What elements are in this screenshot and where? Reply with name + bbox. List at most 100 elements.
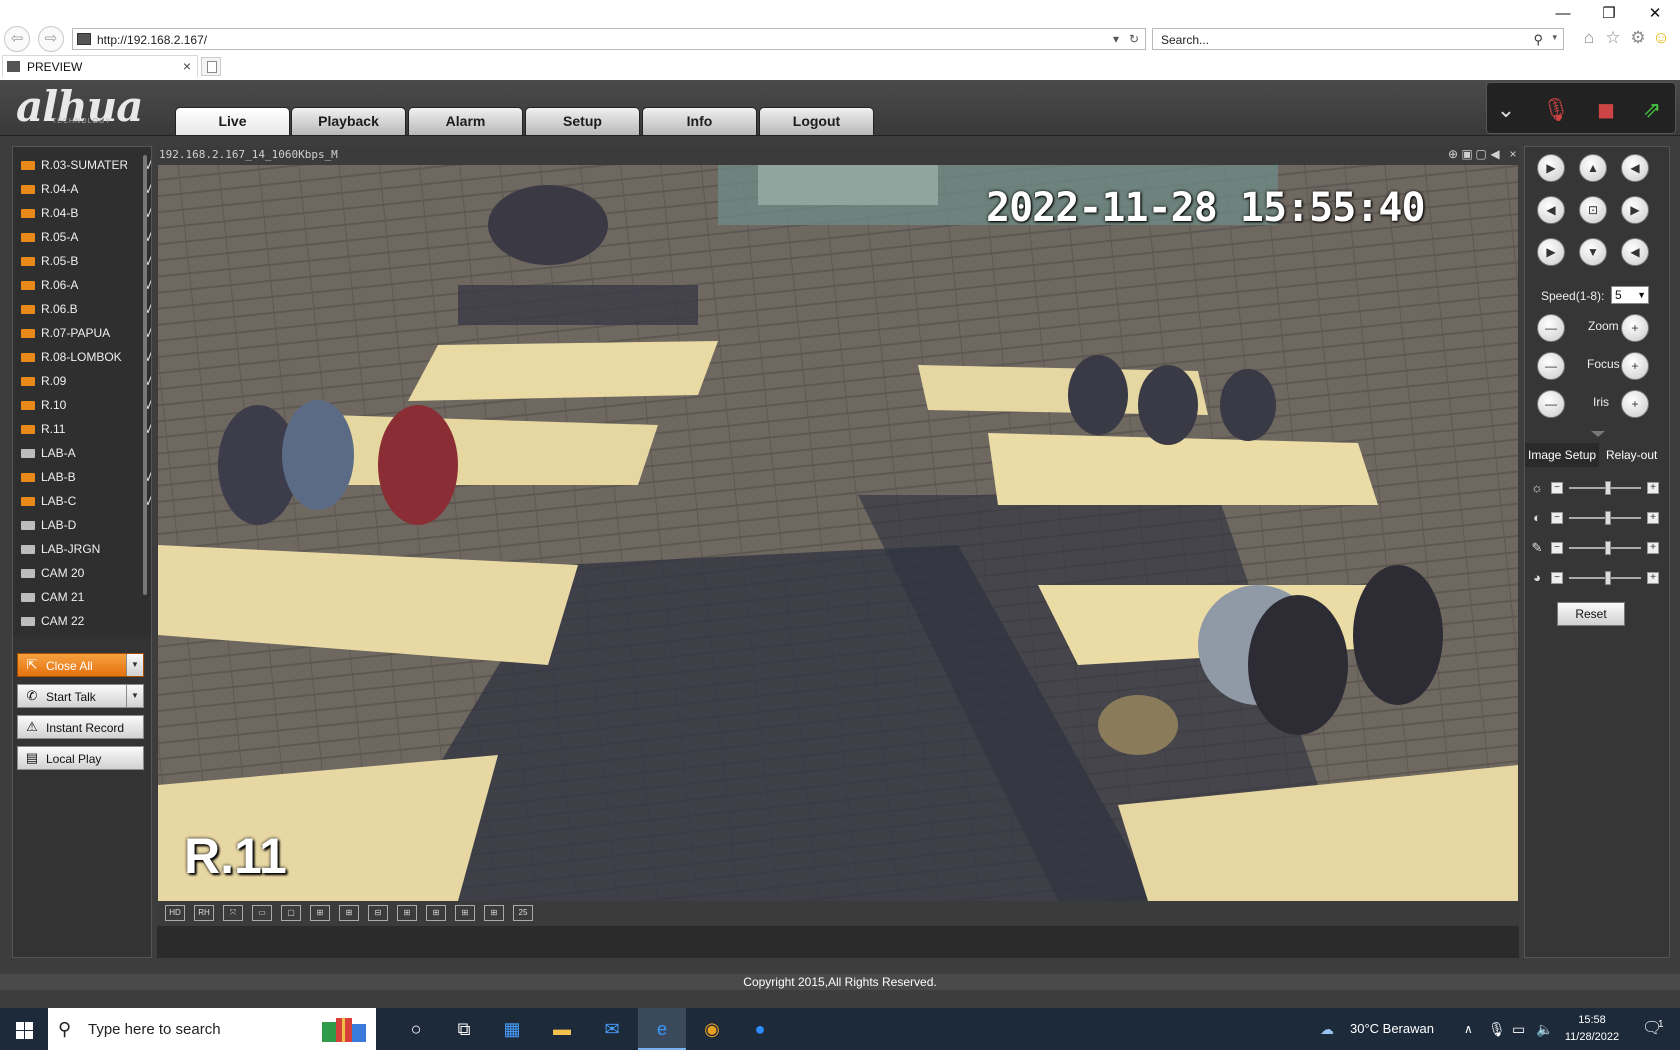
split-layout-button[interactable]: ⊞	[310, 905, 330, 921]
hue-slider-knob[interactable]	[1605, 571, 1612, 585]
start-talk-dropdown-icon[interactable]: ▼	[126, 685, 143, 707]
iris-plus-button[interactable]: +	[1621, 390, 1649, 418]
collapse-triangle-icon[interactable]	[1591, 431, 1605, 437]
brightness-minus-button[interactable]: −	[1551, 482, 1563, 494]
restore-icon[interactable]: ❐	[1592, 2, 1626, 26]
split-layout-button[interactable]: ⊞	[484, 905, 504, 921]
taskbar-clock[interactable]: 15:58 11/28/2022	[1556, 1012, 1628, 1046]
hue-minus-button[interactable]: −	[1551, 572, 1563, 584]
split-layout-button[interactable]: ⊞	[426, 905, 446, 921]
forward-button[interactable]: ⇨	[38, 26, 64, 52]
settings-gear-icon[interactable]: ⚙	[1627, 27, 1649, 49]
device-item[interactable]: R.06-A M	[19, 275, 151, 295]
back-button[interactable]: ⇦	[4, 26, 30, 52]
close-all-dropdown-icon[interactable]: ▼	[126, 654, 143, 676]
device-item[interactable]: R.04-A M	[19, 179, 151, 199]
device-item[interactable]: R.10 M	[19, 395, 151, 415]
mail-icon[interactable]: ✉	[588, 1008, 636, 1050]
zoom-minus-button[interactable]: —	[1537, 314, 1565, 342]
device-item[interactable]: CAM 22	[19, 611, 147, 631]
split-layout-button[interactable]: ⊞	[339, 905, 359, 921]
favorites-star-icon[interactable]: ☆	[1602, 27, 1624, 49]
cortana-icon[interactable]: ○	[392, 1008, 440, 1050]
close-all-button[interactable]: ⇱ Close All ▼	[17, 653, 144, 677]
ptz-center-zoom-icon[interactable]: ⊡	[1579, 196, 1607, 224]
device-item[interactable]: CAM 21	[19, 587, 147, 607]
brightness-slider-knob[interactable]	[1605, 481, 1612, 495]
speed-select[interactable]: 5 ▼	[1611, 286, 1649, 304]
browser-tab-preview[interactable]: PREVIEW ×	[2, 55, 198, 77]
audio-icon[interactable]: ◀	[1489, 147, 1501, 161]
taskbar-search-input[interactable]: ⚲ Type here to search	[48, 1008, 376, 1050]
tab-playback[interactable]: Playback	[291, 107, 406, 135]
record-icon[interactable]: ▢	[1475, 147, 1487, 161]
device-item[interactable]: LAB-D	[19, 515, 147, 535]
search-dropdown-icon[interactable]: ▾	[1552, 32, 1557, 43]
home-icon[interactable]: ⌂	[1578, 27, 1600, 49]
chevron-down-icon[interactable]: ⌄	[1491, 95, 1521, 125]
live-video-feed[interactable]: 2022-11-28 15:55:40 R.11	[158, 165, 1518, 901]
brightness-plus-button[interactable]: +	[1647, 482, 1659, 494]
device-item[interactable]: CAM 20	[19, 563, 147, 583]
file-explorer-icon[interactable]: ▬	[538, 1008, 586, 1050]
device-item[interactable]: R.06.B M	[19, 299, 151, 319]
device-item[interactable]: LAB-A	[19, 443, 147, 463]
ptz-up-left-button[interactable]: ▶	[1537, 154, 1565, 182]
new-tab-button[interactable]	[201, 57, 221, 76]
device-item[interactable]: R.09 M	[19, 371, 151, 391]
weather-text[interactable]: 30°C Berawan	[1350, 1008, 1434, 1050]
zoom-plus-button[interactable]: +	[1621, 314, 1649, 342]
saturation-slider-knob[interactable]	[1605, 541, 1612, 555]
focus-plus-button[interactable]: +	[1621, 352, 1649, 380]
start-talk-button[interactable]: ✆ Start Talk ▼	[17, 684, 144, 708]
split-layout-button[interactable]: HD	[165, 905, 185, 921]
microphone-icon[interactable]: 🎙	[1488, 1008, 1506, 1050]
ptz-up-button[interactable]: ▲	[1579, 154, 1607, 182]
device-item[interactable]: LAB-JRGN	[19, 539, 147, 559]
tab-logout[interactable]: Logout	[759, 107, 874, 135]
split-layout-button[interactable]: ⊞	[397, 905, 417, 921]
device-item[interactable]: R.08-LOMBOK M	[19, 347, 151, 367]
tab-live[interactable]: Live	[175, 107, 290, 135]
focus-minus-button[interactable]: —	[1537, 352, 1565, 380]
split-layout-button[interactable]: ⊞	[455, 905, 475, 921]
external-link-icon[interactable]: ⇗	[1637, 95, 1667, 125]
internet-explorer-icon[interactable]: e	[638, 1008, 686, 1050]
video-off-icon[interactable]: ◼	[1591, 95, 1621, 125]
ptz-down-button[interactable]: ▼	[1579, 238, 1607, 266]
ptz-up-right-button[interactable]: ◀	[1621, 154, 1649, 182]
network-icon[interactable]: ▭	[1512, 1008, 1525, 1050]
tab-close-icon[interactable]: ×	[183, 58, 191, 74]
ptz-down-left-button[interactable]: ▶	[1537, 238, 1565, 266]
zoom-in-icon[interactable]: ⊕	[1447, 147, 1459, 161]
reset-button[interactable]: Reset	[1557, 602, 1625, 626]
zoom-app-icon[interactable]: ●	[736, 1008, 784, 1050]
split-layout-button[interactable]: ⤧	[223, 905, 243, 921]
contrast-plus-button[interactable]: +	[1647, 512, 1659, 524]
contrast-slider-knob[interactable]	[1605, 511, 1612, 525]
browser-search-input[interactable]: Search... ⚲ ▾	[1152, 28, 1564, 50]
tab-relay-out[interactable]: Relay-out	[1603, 443, 1660, 467]
chrome-icon[interactable]: ◉	[688, 1008, 736, 1050]
tab-setup[interactable]: Setup	[525, 107, 640, 135]
address-dropdown-icon[interactable]: ▾	[1113, 32, 1119, 46]
iris-minus-button[interactable]: —	[1537, 390, 1565, 418]
local-play-button[interactable]: ▤ Local Play	[17, 746, 144, 770]
device-item[interactable]: R.05-A M	[19, 227, 151, 247]
split-layout-button[interactable]: ▢	[281, 905, 301, 921]
tab-info[interactable]: Info	[642, 107, 757, 135]
refresh-icon[interactable]: ↻	[1129, 32, 1139, 46]
device-item[interactable]: LAB-B M	[19, 467, 151, 487]
ptz-down-right-button[interactable]: ◀	[1621, 238, 1649, 266]
instant-record-button[interactable]: ⚠ Instant Record	[17, 715, 144, 739]
saturation-plus-button[interactable]: +	[1647, 542, 1659, 554]
split-layout-button[interactable]: RH	[194, 905, 214, 921]
hue-plus-button[interactable]: +	[1647, 572, 1659, 584]
split-layout-button[interactable]: ⊟	[368, 905, 388, 921]
ptz-right-button[interactable]: ▶	[1621, 196, 1649, 224]
store-icon[interactable]: ▦	[488, 1008, 536, 1050]
device-item[interactable]: R.04-B M	[19, 203, 151, 223]
close-window-icon[interactable]: ✕	[1638, 2, 1672, 26]
tab-alarm[interactable]: Alarm	[408, 107, 523, 135]
task-view-icon[interactable]: ⧉	[440, 1008, 488, 1050]
